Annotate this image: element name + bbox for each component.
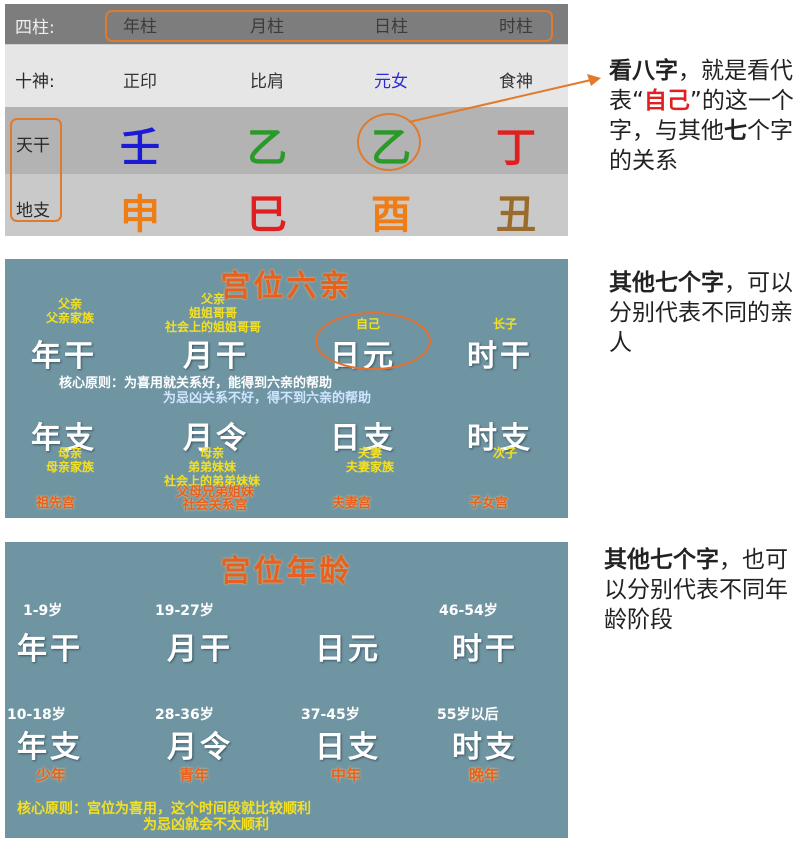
month-stem: 月干 [183, 339, 249, 374]
palace-children: 子女宫 [469, 496, 509, 511]
rel-text: 父亲 [57, 297, 82, 311]
side1-seven: 七 [724, 118, 747, 144]
side-note-relatives: 其他七个字，可以分别代表不同的亲人 [609, 268, 805, 358]
branch-day: 酉 [371, 192, 411, 238]
stage-youth: 少年 [36, 766, 67, 784]
stem-year: 壬 [120, 125, 160, 171]
rel-text: 母亲家族 [45, 460, 94, 474]
age-hour-branch: 55岁以后 [437, 707, 499, 723]
side3-strong: 其他七个字 [604, 547, 719, 573]
palace-spouse: 夫妻宫 [332, 496, 372, 511]
core-principle-relatives: 核心原则：为喜用就关系好，能得到六亲的帮助 为忌凶关系不好，得不到六亲的帮助 [59, 376, 371, 406]
hour-stem: 时干 [467, 339, 533, 374]
stage-old-age: 晚年 [469, 766, 500, 784]
month-stem-relatives: 父亲 姐姐哥哥 社会上的姐姐哥哥 [133, 292, 293, 334]
age-year-stem: 1-9岁 [23, 603, 63, 619]
side-note-age: 其他七个字，也可以分别代表不同年龄阶段 [604, 545, 804, 635]
day-branch-relatives: 夫妻 夫妻家族 [320, 446, 420, 474]
ten-god-year: 正印 [123, 72, 157, 92]
rule-line-2: 为忌凶关系不好，得不到六亲的帮助 [163, 391, 372, 406]
day-branch: 日支 [315, 730, 381, 765]
palace-ancestor: 祖先宫 [36, 496, 76, 511]
rel-text: 弟弟妹妹 [187, 460, 236, 474]
palace-relatives-panel: 宫位六亲 父亲 父亲家族 父亲 姐姐哥哥 社会上的姐姐哥哥 自己 长子 年干 月… [5, 259, 568, 518]
month-stem: 月干 [167, 632, 233, 667]
year-stem: 年干 [31, 339, 97, 374]
age-hour-stem: 46-54岁 [439, 603, 498, 619]
rule-line-1: 核心原则：宫位为喜用，这个时间段就比较顺利 [17, 801, 311, 817]
side1-strong: 看八字 [609, 58, 678, 84]
ten-god-month: 比肩 [250, 72, 284, 92]
palace-line: 社会关系宫 [182, 498, 248, 513]
rel-text: 夫妻家族 [345, 460, 394, 474]
day-master: 日元 [315, 632, 381, 667]
stage-young-adult: 青年 [179, 766, 210, 784]
side-note-self: 看八字，就是看代表“自己”的这一个字，与其他七个字的关系 [609, 56, 805, 176]
rel-text: 母亲 [57, 446, 82, 460]
self-circle-2 [315, 312, 431, 370]
side1-self-word: 自己 [643, 88, 690, 114]
earthly-branches-row: 地支 申 巳 酉 丑 [5, 174, 568, 238]
side2-strong: 其他七个字 [609, 270, 724, 296]
rel-text: 母亲 [199, 446, 224, 460]
hour-branch: 时支 [452, 730, 518, 765]
month-command: 月令 [167, 730, 233, 765]
branch-month: 巳 [247, 192, 287, 238]
year-stem: 年干 [17, 632, 83, 667]
rel-text: 父亲 [200, 292, 225, 306]
rel-text: 父亲家族 [45, 311, 94, 325]
month-branch-relatives: 母亲 弟弟妹妹 社会上的弟弟妹妹 [127, 446, 297, 488]
hour-stem-relatives: 长子 [492, 317, 517, 331]
pillars-highlight-box [105, 10, 553, 42]
age-month-stem: 19-27岁 [155, 603, 214, 619]
palace-parents-siblings: 父母兄弟姐妹 社会关系宫 [145, 486, 285, 512]
palace-age-title: 宫位年龄 [220, 554, 353, 589]
stem-month: 乙 [247, 125, 287, 171]
palace-age-panel: 宫位年龄 1-9岁 19-27岁 46-54岁 年干 月干 日元 时干 10-1… [5, 542, 568, 838]
stage-middle-age: 中年 [331, 766, 362, 784]
year-branch: 年支 [17, 730, 83, 765]
hour-stem: 时干 [452, 632, 518, 667]
hour-branch-relatives: 次子 [492, 446, 517, 460]
age-month-branch: 28-36岁 [155, 707, 214, 723]
core-principle-age: 核心原则：宫位为喜用，这个时间段就比较顺利 为忌凶就会不太顺利 [17, 801, 311, 833]
age-day-branch: 37-45岁 [301, 707, 360, 723]
year-stem-relatives: 父亲 父亲家族 [25, 297, 115, 325]
branch-year: 申 [120, 192, 160, 238]
pointer-arrow [408, 74, 601, 123]
stem-branch-label-box [10, 118, 62, 222]
ten-gods-label: 十神: [15, 72, 55, 92]
branch-hour: 丑 [496, 192, 536, 238]
age-year-branch: 10-18岁 [7, 707, 66, 723]
pillars-label: 四柱: [15, 18, 55, 38]
rel-text: 姐姐哥哥 [188, 306, 237, 320]
rel-text: 夫妻 [357, 446, 382, 460]
rule-line-1: 核心原则：为喜用就关系好，能得到六亲的帮助 [59, 376, 333, 391]
rule-line-2: 为忌凶就会不太顺利 [143, 817, 269, 833]
year-branch-relatives: 母亲 母亲家族 [25, 446, 115, 474]
